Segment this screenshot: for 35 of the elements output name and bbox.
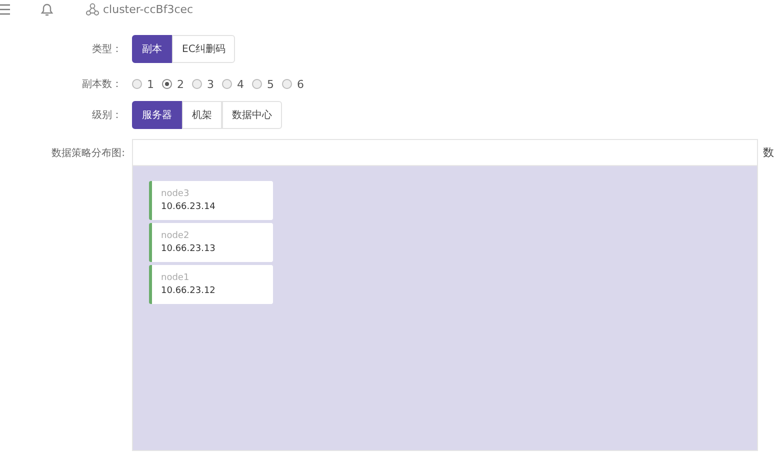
type-option[interactable]: EC纠删码 xyxy=(172,35,236,63)
radio-button[interactable] xyxy=(222,79,232,89)
level-option[interactable]: 数据中心 xyxy=(222,101,282,129)
node-ip: 10.66.23.14 xyxy=(161,202,216,212)
radio-button[interactable] xyxy=(162,79,172,89)
radio-button[interactable] xyxy=(252,79,262,89)
radio-button[interactable] xyxy=(192,79,202,89)
radio-label[interactable]: 6 xyxy=(297,78,304,90)
menu-icon[interactable] xyxy=(0,4,10,14)
side-label: 数 xyxy=(763,145,774,160)
field-label: 数据策略分布图: xyxy=(50,147,125,160)
radio-label[interactable]: 5 xyxy=(267,78,274,90)
node-ip: 10.66.23.13 xyxy=(161,244,216,254)
node-card[interactable]: node1 10.66.23.12 xyxy=(149,265,273,304)
field-label: 副本数： xyxy=(81,78,122,91)
type-option[interactable]: 副本 xyxy=(132,35,172,63)
node-ip: 10.66.23.12 xyxy=(161,286,216,296)
radio-label[interactable]: 2 xyxy=(177,78,184,90)
node-name: node3 xyxy=(161,189,190,199)
radio-button[interactable] xyxy=(282,79,292,89)
cluster-name: cluster-ccBf3cec xyxy=(103,2,194,16)
node-name: node1 xyxy=(161,273,190,283)
radio-label[interactable]: 3 xyxy=(207,78,214,90)
level-option[interactable]: 机架 xyxy=(182,101,222,129)
node-card[interactable]: node2 10.66.23.13 xyxy=(149,223,273,262)
node-card[interactable]: node3 10.66.23.14 xyxy=(149,181,273,220)
cluster-icon xyxy=(86,2,99,16)
node-name: node2 xyxy=(161,231,190,241)
radio-label[interactable]: 4 xyxy=(237,78,244,90)
radio-button[interactable] xyxy=(132,79,142,89)
radio-label[interactable]: 1 xyxy=(147,78,154,90)
field-label: 类型： xyxy=(91,42,122,56)
bell-icon[interactable] xyxy=(40,2,54,16)
level-option[interactable]: 服务器 xyxy=(132,101,182,129)
field-label: 级别： xyxy=(91,109,122,122)
